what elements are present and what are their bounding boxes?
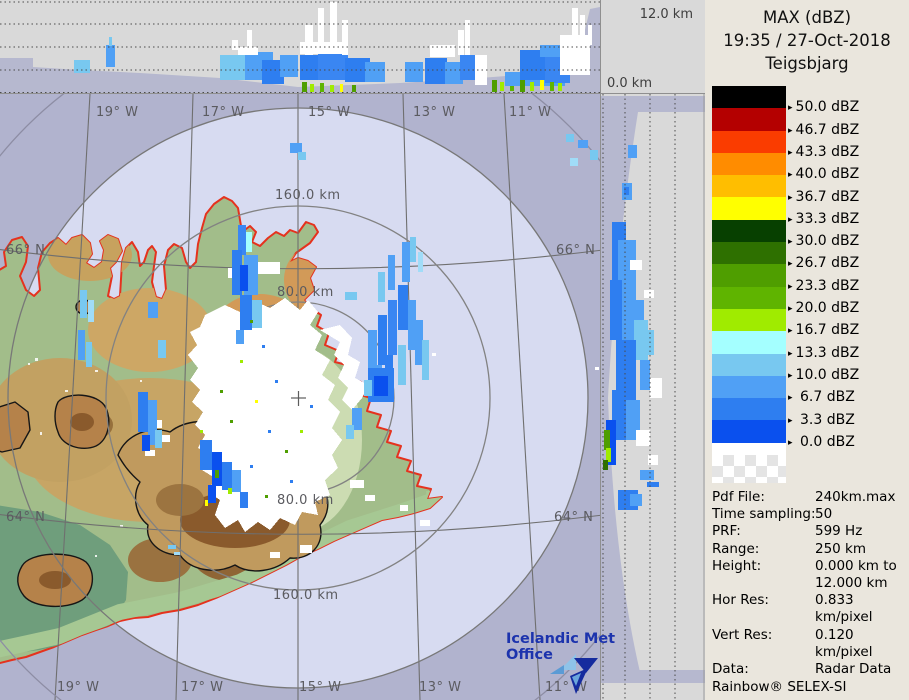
colorbar-band <box>712 309 786 331</box>
colorbar-band <box>712 153 786 175</box>
metadata-label: Vert Res: <box>712 627 815 661</box>
panel-separator-vertical <box>600 0 601 700</box>
legend-panel: MAX (dBZ) 19:35 / 27-Oct-2018 Teigsbjarg… <box>705 0 909 700</box>
metadata-row: Range:250 km <box>712 541 904 558</box>
profile-max-height-label: 12.0 km <box>640 7 693 22</box>
metadata-label: Pdf File: <box>712 489 815 506</box>
logo-arrows-icon <box>548 646 604 698</box>
colorbar-band <box>712 287 786 309</box>
metadata-row: PRF:599 Hz <box>712 523 904 540</box>
colorbar-label: ▸ 6.7 dBZ <box>788 389 855 405</box>
metadata-value: 0.000 km to 12.000 km <box>815 558 904 592</box>
profile-axis-corner: 12.0 km 0.0 km <box>600 0 705 94</box>
right-height-profile-panel <box>600 94 705 700</box>
colorbar-label: ▸26.7 dBZ <box>788 255 859 271</box>
colorbar-label: ▸ 0.0 dBZ <box>788 434 855 450</box>
radar-map <box>0 94 600 700</box>
colorbar-label: ▸16.7 dBZ <box>788 322 859 338</box>
metadata-value: 250 km <box>815 541 904 558</box>
radar-station-name: Teigsbjarg <box>705 52 909 75</box>
tick-arrow-icon: ▸ <box>788 393 793 403</box>
metadata-row: Time sampling:50 <box>712 506 904 523</box>
product-metadata: Pdf File:240km.maxTime sampling:50PRF:59… <box>712 489 904 696</box>
colorbar-label: ▸40.0 dBZ <box>788 166 859 182</box>
software-name: Rainbow® SELEX-SI <box>712 679 904 696</box>
metadata-row: Pdf File:240km.max <box>712 489 904 506</box>
metadata-label: Time sampling: <box>712 506 815 523</box>
colorbar-band <box>712 398 786 420</box>
colorbar-band <box>712 354 786 376</box>
metadata-value: 599 Hz <box>815 523 904 540</box>
colorbar-label: ▸50.0 dBZ <box>788 99 859 115</box>
colorbar-band <box>712 376 786 398</box>
colorbar-band <box>712 331 786 353</box>
tick-arrow-icon: ▸ <box>788 304 793 314</box>
tick-arrow-icon: ▸ <box>788 237 793 247</box>
colorbar-label: ▸43.3 dBZ <box>788 144 859 160</box>
metadata-label: Data: <box>712 661 815 678</box>
colorbar-label: ▸13.3 dBZ <box>788 345 859 361</box>
radar-application-window: 12.0 km 0.0 km <box>0 0 909 700</box>
colorbar-label: ▸20.0 dBZ <box>788 300 859 316</box>
metadata-label: Range: <box>712 541 815 558</box>
tick-arrow-icon: ▸ <box>788 103 793 113</box>
tick-arrow-icon: ▸ <box>788 371 793 381</box>
metadata-value: 50 <box>815 506 904 523</box>
tick-arrow-icon: ▸ <box>788 282 793 292</box>
tick-arrow-icon: ▸ <box>788 259 793 269</box>
tick-arrow-icon: ▸ <box>788 416 793 426</box>
colorbar-band <box>712 175 786 197</box>
metadata-label: Hor Res: <box>712 592 815 626</box>
tick-arrow-icon: ▸ <box>788 126 793 136</box>
tick-arrow-icon: ▸ <box>788 148 793 158</box>
colorbar-label: ▸23.3 dBZ <box>788 278 859 294</box>
colorbar-band <box>712 264 786 286</box>
colorbar-label: ▸30.0 dBZ <box>788 233 859 249</box>
metadata-label: PRF: <box>712 523 815 540</box>
colorbar-band <box>712 220 786 242</box>
metadata-row: Vert Res:0.120 km/pixel <box>712 627 904 661</box>
colorbar-label: ▸33.3 dBZ <box>788 211 859 227</box>
colorbar-label: ▸46.7 dBZ <box>788 122 859 138</box>
metadata-label: Height: <box>712 558 815 592</box>
metadata-row: Data:Radar Data <box>712 661 904 678</box>
colorbar-label: ▸10.0 dBZ <box>788 367 859 383</box>
product-title: MAX (dBZ) <box>705 6 909 29</box>
product-datetime: 19:35 / 27-Oct-2018 <box>705 29 909 52</box>
metadata-value: 240km.max <box>815 489 904 506</box>
colorbar-band <box>712 86 786 108</box>
metadata-rows: Pdf File:240km.maxTime sampling:50PRF:59… <box>712 489 904 678</box>
tick-arrow-icon: ▸ <box>788 349 793 359</box>
metadata-value: 0.120 km/pixel <box>815 627 904 661</box>
colorbar-band <box>712 242 786 264</box>
metadata-value: 0.833 km/pixel <box>815 592 904 626</box>
top-height-profile-panel <box>0 0 600 94</box>
colorbar-band <box>712 197 786 219</box>
metadata-row: Height:0.000 km to 12.000 km <box>712 558 904 592</box>
metadata-value: Radar Data <box>815 661 904 678</box>
tick-arrow-icon: ▸ <box>788 193 793 203</box>
colorbar-band <box>712 420 786 442</box>
colorbar-label: ▸ 3.3 dBZ <box>788 412 855 428</box>
colorbar-band <box>712 108 786 130</box>
colorbar-band <box>712 131 786 153</box>
colorbar-bands <box>712 86 786 443</box>
metadata-row: Hor Res:0.833 km/pixel <box>712 592 904 626</box>
tick-arrow-icon: ▸ <box>788 215 793 225</box>
tick-arrow-icon: ▸ <box>788 326 793 336</box>
profile-min-height-label: 0.0 km <box>607 76 652 91</box>
tick-arrow-icon: ▸ <box>788 438 793 448</box>
colorbar-label: ▸36.7 dBZ <box>788 189 859 205</box>
dbz-colorbar <box>712 86 786 483</box>
colorbar-transparent-checker <box>712 455 786 483</box>
tick-arrow-icon: ▸ <box>788 170 793 180</box>
icelandic-met-office-logo: Icelandic Met Office <box>506 632 616 663</box>
colorbar-below-threshold <box>712 443 786 455</box>
legend-header: MAX (dBZ) 19:35 / 27-Oct-2018 Teigsbjarg <box>705 6 909 75</box>
